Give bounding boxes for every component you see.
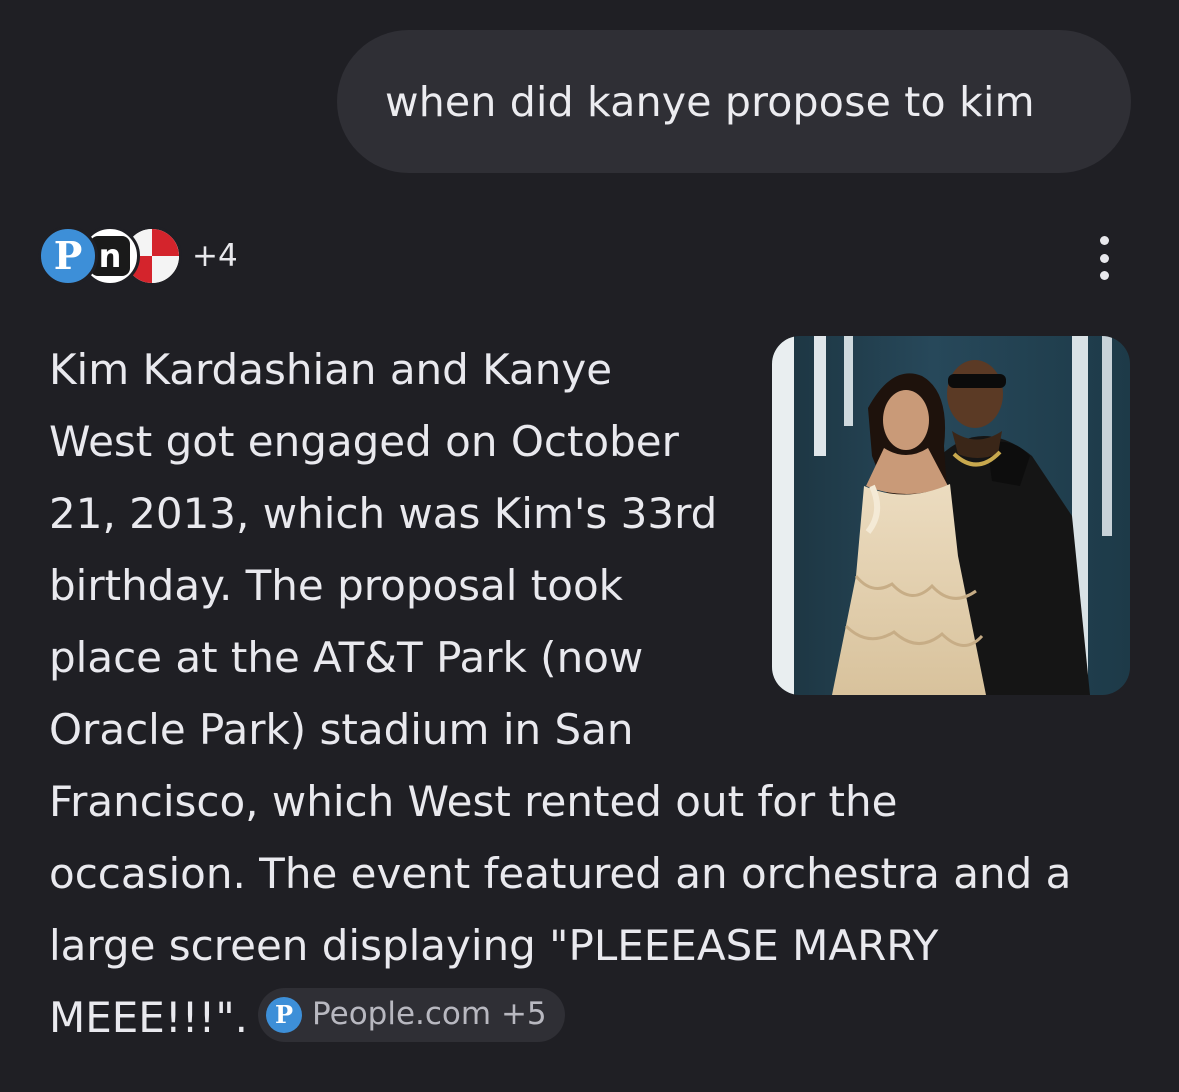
citation-chip[interactable]: P People.com +5 [258,987,565,1042]
answer-line: MEEE!!!". [49,993,249,1042]
citation-label: People.com +5 [312,996,547,1032]
answer-body: Kim Kardashian and Kanye West got engage… [49,334,1129,1054]
answer-line: occasion. The event featured an orchestr… [49,849,1072,898]
answer-line: place at the AT&T Park (now [49,633,644,682]
user-query-bubble: when did kanye propose to kim [337,30,1131,173]
people-favicon-icon[interactable]: P [38,226,98,286]
answer-line: birthday. The proposal took [49,561,623,610]
people-favicon-glyph: P [53,233,83,278]
answer-last-line: MEEE!!!". P People.com +5 [49,982,1129,1054]
people-favicon-glyph: P [275,999,294,1029]
more-vert-icon[interactable] [1088,236,1120,280]
answer-line: 21, 2013, which was Kim's 33rd [49,489,718,538]
answer-line: Oracle Park) stadium in San [49,705,634,754]
answer-line: Kim Kardashian and Kanye [49,345,613,394]
sources-row[interactable]: P n +4 [38,224,238,288]
answer-line: West got engaged on October [49,417,679,466]
answer-line: large screen displaying "PLEEEASE MARRY [49,921,939,970]
answer-line: Francisco, which West rented out for the [49,777,898,826]
user-query-text: when did kanye propose to kim [385,77,1035,126]
people-favicon-icon: P [266,996,303,1033]
more-sources-count[interactable]: +4 [192,238,238,274]
